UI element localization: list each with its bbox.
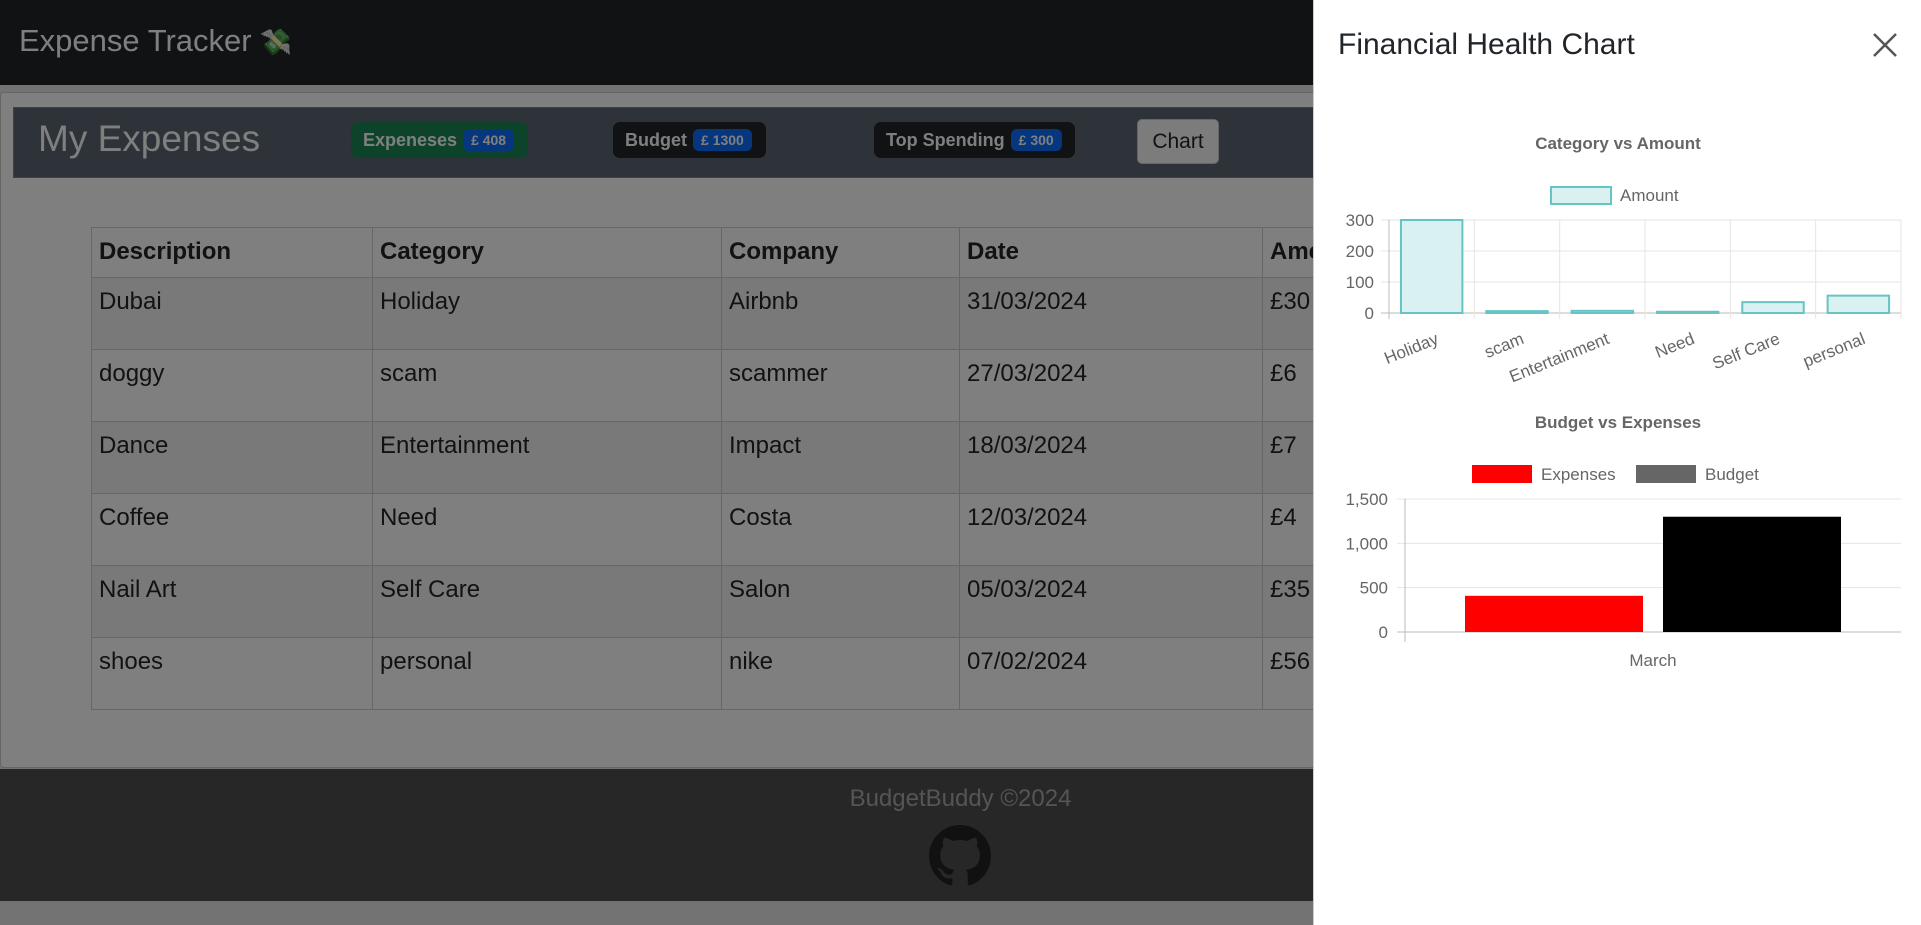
x-tick-label: March [1629,651,1676,670]
y-tick-label: 0 [1365,304,1374,323]
chart-offcanvas: Financial Health Chart Category vs Amoun… [1313,0,1921,925]
legend-label-expenses[interactable]: Expenses [1541,465,1616,484]
legend-label-amount[interactable]: Amount [1620,186,1679,205]
y-tick-label: 300 [1346,211,1374,230]
y-tick-label: 1,000 [1345,534,1388,553]
y-tick-label: 200 [1346,242,1374,261]
chart-title: Category vs Amount [1535,134,1701,153]
x-tick-label: Holiday [1381,329,1441,368]
x-tick-label: Self Care [1710,329,1783,373]
y-tick-label: 500 [1360,579,1388,598]
bar-need[interactable] [1655,310,1720,314]
y-tick-label: 1,500 [1345,490,1388,509]
bar-entertainment[interactable] [1570,309,1635,315]
bar-scam[interactable] [1485,310,1549,314]
x-tick-label: personal [1800,329,1868,371]
bar-personal[interactable] [1826,294,1891,314]
budget-expenses-chart: Budget vs Expenses Expenses Budget 0 500 1… [1345,413,1901,670]
category-amount-chart: Category vs Amount Amount 0 100 200 300 Hol… [1346,134,1902,386]
bar-budget[interactable] [1663,516,1841,632]
legend-label-budget[interactable]: Budget [1705,465,1759,484]
bar-self-care[interactable] [1741,301,1805,314]
x-tick-label: scam [1482,329,1527,362]
offcanvas-title: Financial Health Chart [1338,28,1635,61]
y-tick-label: 0 [1379,623,1388,642]
close-icon[interactable] [1870,30,1900,60]
chart-title: Budget vs Expenses [1535,413,1701,432]
x-tick-label: Need [1652,329,1697,362]
bar-holiday[interactable] [1399,219,1464,314]
bar-expenses[interactable] [1465,595,1643,632]
legend-swatch-expenses [1472,465,1532,483]
legend-swatch-budget [1636,465,1696,483]
y-tick-label: 100 [1346,273,1374,292]
legend-swatch-amount [1550,186,1612,205]
